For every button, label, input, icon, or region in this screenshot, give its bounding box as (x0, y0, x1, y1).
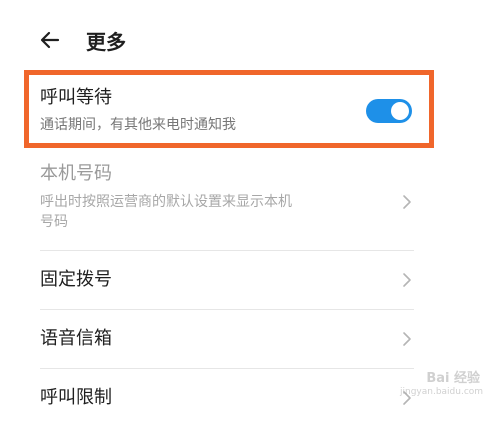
call-waiting-title: 呼叫等待 (40, 87, 112, 108)
chevron-right-icon (400, 192, 414, 212)
arrow-left-icon (40, 31, 60, 49)
call-waiting-toggle[interactable] (366, 99, 412, 123)
display-number-title: 本机号码 (40, 163, 112, 184)
menu-item-label: 呼叫限制 (40, 387, 112, 408)
page-title: 更多 (86, 29, 126, 54)
chevron-right-icon (400, 329, 414, 349)
divider (40, 368, 414, 369)
divider (40, 250, 414, 251)
call-waiting-subtitle: 通话期间，有其他来电时通知我 (40, 117, 236, 133)
divider (40, 309, 414, 310)
display-number-row[interactable]: 本机号码 呼出时按照运营商的默认设置来显示本机 号码 (40, 162, 414, 246)
display-number-subtitle-line2: 号码 (40, 214, 68, 230)
menu-item-label: 固定拨号 (40, 269, 112, 290)
settings-page: 更多 呼叫等待 通话期间，有其他来电时通知我 本机号码 呼出时按照运营商的默认设… (0, 0, 500, 429)
watermark-text: Bai 经验 (426, 371, 480, 386)
menu-item-call-barring[interactable]: 呼叫限制 (40, 386, 414, 414)
back-button[interactable] (38, 25, 68, 55)
menu-item-label: 语音信箱 (40, 328, 112, 349)
toggle-knob (391, 102, 409, 120)
display-number-subtitle-line1: 呼出时按照运营商的默认设置来显示本机 (40, 194, 292, 210)
chevron-right-icon (400, 270, 414, 290)
menu-item-voicemail[interactable]: 语音信箱 (40, 327, 414, 355)
header: 更多 (38, 22, 126, 58)
call-waiting-row[interactable]: 呼叫等待 通话期间，有其他来电时通知我 (40, 86, 414, 140)
menu-item-fixed-dialing[interactable]: 固定拨号 (40, 268, 414, 296)
chevron-right-icon (400, 388, 414, 408)
